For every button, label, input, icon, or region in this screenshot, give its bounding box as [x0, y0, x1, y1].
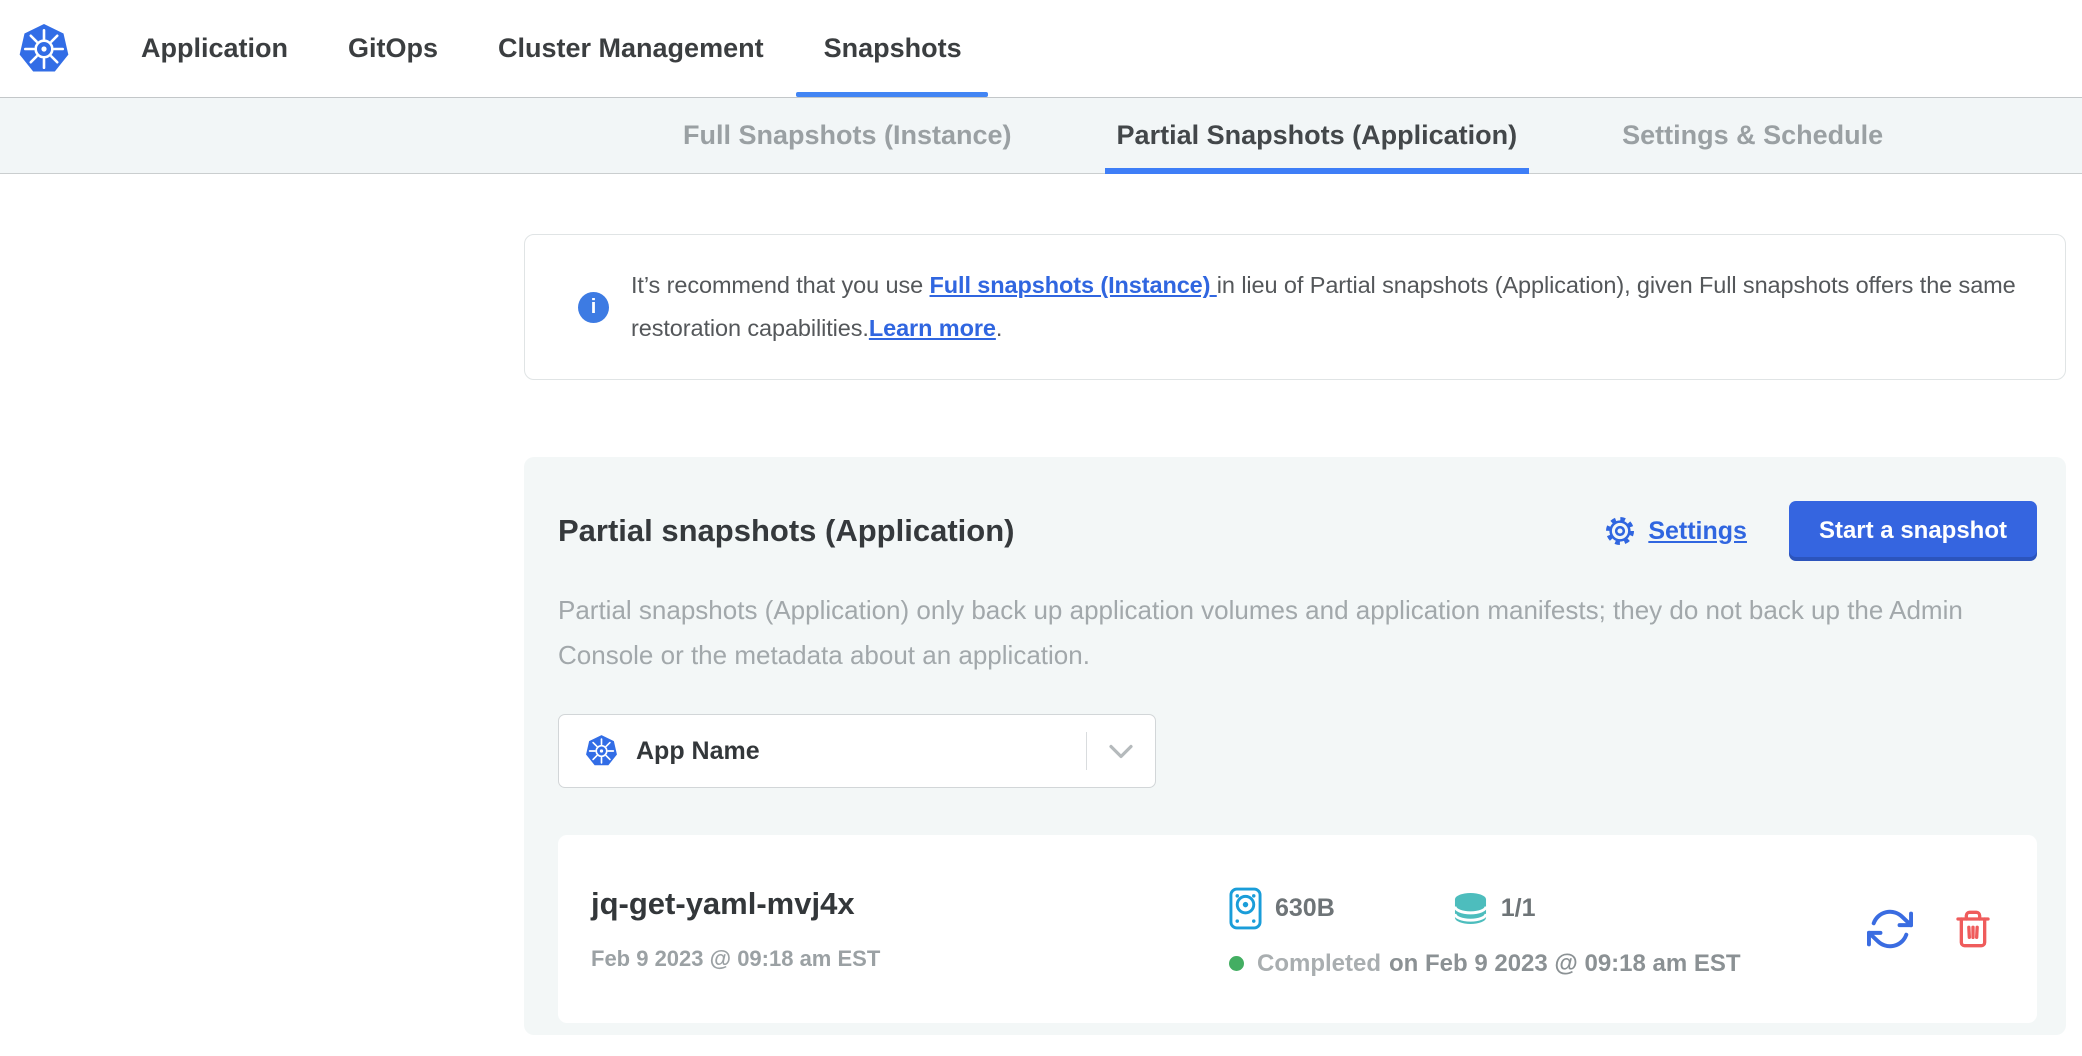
status-label: Completed: [1257, 950, 1381, 978]
snapshot-details: 630B 1/1 Completed on Feb 9 2023 @: [1229, 887, 1741, 978]
panel-header: Partial snapshots (Application) Settings…: [558, 501, 2037, 561]
kubernetes-icon: [585, 734, 618, 768]
snapshot-name[interactable]: jq-get-yaml-mvj4x: [591, 886, 1229, 922]
status-finished-timestamp: on Feb 9 2023 @ 09:18 am EST: [1389, 950, 1741, 978]
primary-nav: Application GitOps Cluster Management Sn…: [141, 0, 962, 97]
nav-item-cluster-management[interactable]: Cluster Management: [498, 0, 764, 97]
gear-icon: [1603, 514, 1637, 548]
snapshot-status: Completed on Feb 9 2023 @ 09:18 am EST: [1229, 950, 1741, 978]
nav-item-application[interactable]: Application: [141, 0, 288, 97]
info-banner: i It’s recommend that you use Full snaps…: [524, 234, 2066, 380]
learn-more-link[interactable]: Learn more: [869, 315, 996, 341]
kubernetes-logo-icon: [18, 22, 70, 76]
restore-snapshot-button[interactable]: [1867, 906, 1913, 952]
settings-label: Settings: [1648, 517, 1747, 546]
delete-snapshot-button[interactable]: [1953, 908, 1993, 950]
partial-snapshots-panel: Partial snapshots (Application) Settings…: [524, 457, 2066, 1035]
page-content: i It’s recommend that you use Full snaps…: [524, 234, 2066, 1035]
full-snapshots-link[interactable]: Full snapshots (Instance): [930, 272, 1217, 298]
snapshots-tab-bar: Full Snapshots (Instance) Partial Snapsh…: [0, 97, 2082, 174]
app-selector-value: App Name: [636, 737, 760, 766]
tab-partial-snapshots-application[interactable]: Partial Snapshots (Application): [1117, 98, 1518, 173]
info-icon: i: [578, 292, 609, 323]
snapshot-size-value: 630B: [1275, 894, 1335, 923]
info-banner-text: It’s recommend that you use Full snapsho…: [631, 264, 2039, 350]
snapshot-size-stat: 630B: [1229, 887, 1335, 930]
settings-link[interactable]: Settings: [1603, 514, 1747, 548]
top-nav-bar: Application GitOps Cluster Management Sn…: [0, 0, 2082, 97]
database-icon: [1453, 892, 1488, 925]
info-text-after: .: [996, 315, 1002, 341]
nav-item-snapshots[interactable]: Snapshots: [824, 0, 962, 97]
status-dot-icon: [1229, 956, 1244, 971]
snapshot-started-timestamp: Feb 9 2023 @ 09:18 am EST: [591, 946, 1229, 972]
tab-full-snapshots-instance[interactable]: Full Snapshots (Instance): [683, 98, 1012, 173]
snapshot-row: jq-get-yaml-mvj4x Feb 9 2023 @ 09:18 am …: [558, 835, 2037, 1023]
snapshot-volumes-stat: 1/1: [1453, 892, 1536, 925]
snapshot-identity: jq-get-yaml-mvj4x Feb 9 2023 @ 09:18 am …: [591, 886, 1229, 972]
chevron-down-icon: [1109, 744, 1133, 759]
start-snapshot-button[interactable]: Start a snapshot: [1789, 501, 2037, 561]
nav-item-gitops[interactable]: GitOps: [348, 0, 438, 97]
tab-settings-schedule[interactable]: Settings & Schedule: [1622, 98, 1883, 173]
panel-title: Partial snapshots (Application): [558, 513, 1014, 549]
app-selector-dropdown[interactable]: App Name: [558, 714, 1156, 788]
disk-icon: [1229, 887, 1262, 930]
panel-actions: Settings Start a snapshot: [1603, 501, 2037, 561]
restore-icon: [1867, 906, 1913, 952]
selector-divider: [1086, 732, 1087, 770]
snapshot-actions: [1867, 906, 1993, 952]
snapshot-stats: 630B 1/1: [1229, 887, 1741, 930]
panel-description: Partial snapshots (Application) only bac…: [558, 588, 2028, 678]
delete-icon: [1953, 908, 1993, 950]
info-text-before: It’s recommend that you use: [631, 272, 930, 298]
snapshot-volumes-value: 1/1: [1501, 894, 1536, 923]
